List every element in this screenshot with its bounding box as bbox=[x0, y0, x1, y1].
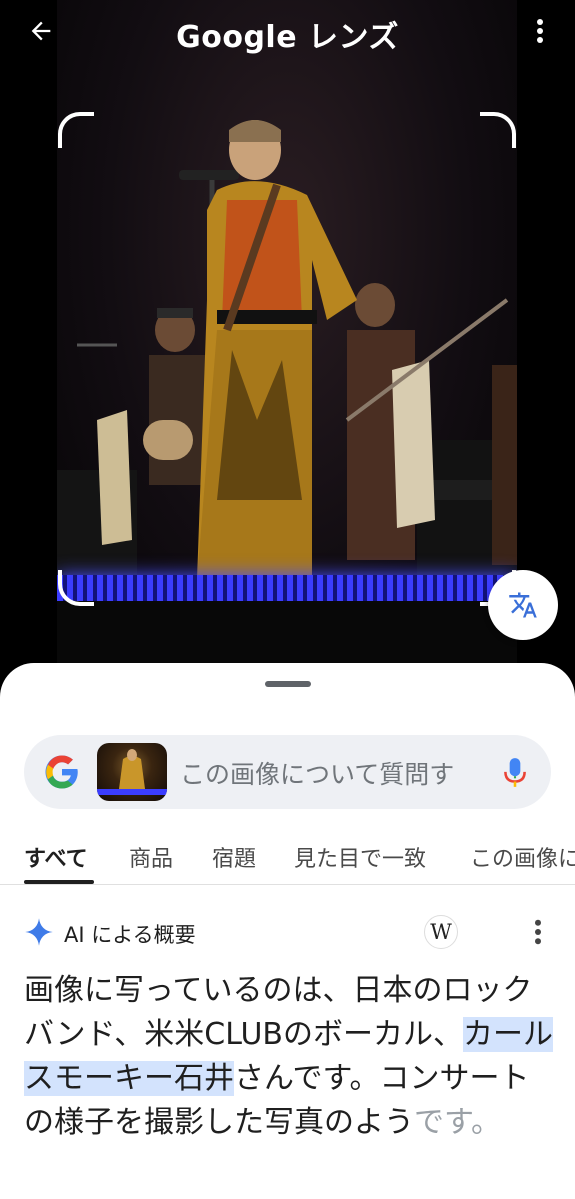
search-bar[interactable]: この画像について質問す bbox=[24, 735, 551, 809]
stage-light-strip bbox=[57, 575, 517, 601]
wikipedia-source-badge[interactable]: W bbox=[424, 915, 458, 949]
lens-photo bbox=[57, 0, 517, 665]
mic-icon[interactable] bbox=[502, 757, 528, 789]
results-sheet: この画像について質問す すべて 商品 宿題 見た目で一致 この画像に AI によ… bbox=[0, 663, 575, 1199]
top-bar: Google レンズ bbox=[0, 0, 575, 64]
sheet-drag-handle[interactable] bbox=[265, 681, 311, 687]
ai-overview-text: 画像に写っているのは、日本のロックバンド、米米CLUBのボーカル、カールスモーキ… bbox=[24, 969, 554, 1145]
tab-about-this-image[interactable]: この画像に bbox=[470, 841, 575, 873]
stage-floor bbox=[57, 601, 517, 665]
ai-overview-header: AI による概要 W bbox=[24, 913, 551, 953]
translate-icon bbox=[509, 592, 537, 618]
overflow-menu-button[interactable] bbox=[527, 14, 553, 48]
sparkle-icon bbox=[25, 918, 53, 946]
tab-visual-matches[interactable]: 見た目で一致 bbox=[294, 841, 426, 873]
summary-text-part1: 画像に写っているのは、日本のロックバンド、米米CLUBのボーカル、 bbox=[24, 973, 533, 1052]
thumbnail-image bbox=[97, 749, 167, 795]
page-title: Google レンズ bbox=[176, 20, 399, 55]
more-vert-icon bbox=[537, 19, 543, 43]
active-tab-indicator bbox=[24, 880, 94, 884]
search-input[interactable]: この画像について質問す bbox=[180, 755, 454, 791]
result-tabs: すべて 商品 宿題 見た目で一致 この画像に bbox=[0, 839, 575, 885]
more-vert-icon[interactable] bbox=[530, 917, 546, 947]
tab-all[interactable]: すべて bbox=[24, 841, 88, 873]
ai-overview-label: AI による概要 bbox=[64, 923, 196, 947]
translate-button[interactable] bbox=[488, 570, 558, 640]
google-g-icon bbox=[45, 755, 78, 789]
query-image-thumbnail[interactable] bbox=[97, 743, 167, 801]
summary-text-fade: です。 bbox=[414, 1105, 501, 1140]
tab-homework[interactable]: 宿題 bbox=[212, 841, 256, 873]
concert-photo-image bbox=[57, 120, 517, 580]
tab-products[interactable]: 商品 bbox=[129, 841, 173, 873]
